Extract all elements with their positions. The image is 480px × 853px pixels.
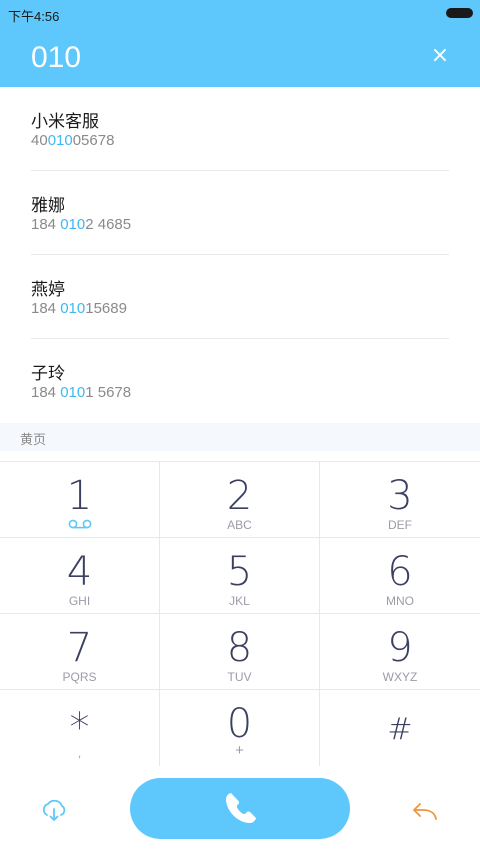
contact-name: 燕婷	[31, 280, 65, 300]
key-1[interactable]: 1	[0, 462, 160, 538]
key-digit: #	[387, 712, 413, 747]
download-icon[interactable]	[41, 800, 67, 822]
keypad: 1 2 ABC 3 DEF 4 GHI 5 JKL 6 MNO 7 PQRS 8…	[0, 461, 480, 766]
key-letters: DEF	[388, 518, 412, 532]
key-letters: ABC	[227, 518, 252, 532]
call-button[interactable]	[130, 778, 350, 839]
key-hash[interactable]: #	[320, 690, 480, 766]
contact-result[interactable]: 小米客服 4001005678	[31, 87, 449, 171]
contact-number: 184 01015689	[31, 300, 127, 317]
key-digit: 0	[226, 701, 253, 747]
number-match: 010	[47, 132, 73, 149]
contact-name: 小米客服	[31, 112, 99, 132]
voicemail-icon	[68, 519, 92, 529]
yellow-pages-section[interactable]: 黄页	[0, 423, 480, 451]
key-7[interactable]: 7 PQRS	[0, 614, 160, 690]
key-star[interactable]: * ,	[0, 690, 160, 766]
key-letters: PQRS	[62, 670, 97, 684]
key-4[interactable]: 4 GHI	[0, 538, 160, 614]
back-arrow-icon[interactable]	[411, 801, 439, 821]
key-digit: 8	[226, 625, 253, 671]
contact-number: 184 0101 5678	[31, 384, 132, 401]
dialer-header: 下午4:56 010 ×	[0, 0, 480, 87]
number-match: 010	[60, 300, 86, 317]
yellow-pages-label: 黄页	[20, 433, 47, 448]
status-bar: 下午4:56	[0, 0, 480, 28]
key-digit: 6	[387, 549, 413, 595]
key-digit: 5	[226, 549, 253, 595]
key-letters: GHI	[68, 594, 91, 608]
number-match: 010	[60, 384, 86, 401]
key-letters: TUV	[227, 670, 252, 684]
key-digit: *	[69, 705, 90, 751]
key-digit: 1	[66, 473, 93, 519]
key-digit: 3	[387, 473, 413, 519]
phone-icon	[226, 793, 256, 823]
key-2[interactable]: 2 ABC	[160, 462, 320, 538]
status-time: 下午4:56	[8, 9, 60, 24]
clear-button[interactable]: ×	[430, 45, 450, 67]
contact-number: 184 0102 4685	[31, 216, 132, 233]
key-0[interactable]: 0 +	[160, 690, 320, 766]
key-3[interactable]: 3 DEF	[320, 462, 480, 538]
key-digit: 7	[66, 625, 93, 671]
number-match: 010	[60, 216, 86, 233]
key-8[interactable]: 8 TUV	[160, 614, 320, 690]
key-9[interactable]: 9 WXYZ	[320, 614, 480, 690]
key-letters: +	[235, 742, 244, 759]
battery-icon	[446, 8, 473, 18]
dial-input[interactable]: 010	[31, 41, 81, 75]
key-digit: 2	[226, 473, 253, 519]
contact-name: 子玲	[31, 364, 65, 384]
key-letters: MNO	[386, 594, 414, 608]
search-results: 小米客服 4001005678 雅娜 184 0102 4685 燕婷 184 …	[0, 87, 480, 423]
key-6[interactable]: 6 MNO	[320, 538, 480, 614]
key-letters: WXYZ	[382, 670, 418, 684]
key-letters: JKL	[229, 594, 250, 608]
contact-result[interactable]: 子玲 184 0101 5678	[31, 339, 449, 423]
bottom-bar	[0, 765, 480, 853]
key-5[interactable]: 5 JKL	[160, 538, 320, 614]
contact-name: 雅娜	[31, 196, 65, 216]
key-digit: 4	[66, 549, 93, 595]
contact-result[interactable]: 雅娜 184 0102 4685	[31, 171, 449, 255]
key-letters: ,	[77, 746, 82, 760]
contact-result[interactable]: 燕婷 184 01015689	[31, 255, 449, 339]
contact-number: 4001005678	[31, 132, 115, 149]
key-digit: 9	[387, 625, 413, 671]
